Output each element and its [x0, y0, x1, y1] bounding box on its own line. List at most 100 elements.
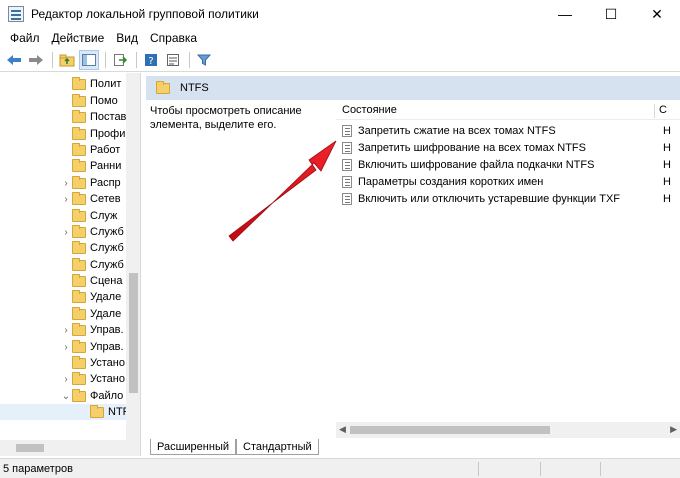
- tree-item[interactable]: Служб: [0, 240, 124, 256]
- menu-file[interactable]: Файл: [4, 31, 46, 45]
- toolbar-separator: [105, 51, 106, 68]
- folder-icon: [72, 109, 86, 123]
- svg-text:?: ?: [148, 56, 153, 67]
- folder-icon: [156, 80, 170, 94]
- folder-icon: [72, 224, 86, 238]
- back-icon[interactable]: [4, 50, 24, 70]
- tree-item[interactable]: Сцена: [0, 273, 122, 289]
- list-horizontal-scrollbar[interactable]: ◀ ▶: [336, 422, 680, 438]
- column-header-second[interactable]: С: [659, 104, 667, 116]
- expand-arrow-icon[interactable]: ›: [60, 178, 72, 189]
- menu-action[interactable]: Действие: [46, 31, 111, 45]
- export-list-icon[interactable]: [110, 50, 130, 70]
- pane-title: NTFS: [180, 82, 209, 94]
- expand-arrow-icon[interactable]: ›: [60, 325, 72, 336]
- menu-view[interactable]: Вид: [110, 31, 144, 45]
- tree-item[interactable]: Удале: [0, 306, 121, 322]
- help-icon[interactable]: ?: [141, 50, 161, 70]
- tree-item[interactable]: › Служб: [0, 224, 124, 240]
- tree-item[interactable]: Полит: [0, 76, 121, 92]
- tree-item[interactable]: Постав: [0, 109, 126, 125]
- setting-row[interactable]: Запретить сжатие на всех томах NTFS Н: [336, 122, 680, 139]
- scroll-left-icon[interactable]: ◀: [339, 424, 346, 435]
- setting-row[interactable]: Параметры создания коротких имен Н: [336, 173, 680, 190]
- setting-label: Параметры создания коротких имен: [358, 175, 544, 188]
- folder-icon: [72, 93, 86, 107]
- tree-item[interactable]: Профи: [0, 126, 125, 142]
- tree-item-label: Служ: [90, 210, 118, 222]
- tree-item[interactable]: ⌄ Файло: [0, 388, 123, 404]
- policy-tree: Полит Помо Постав Профи Работ Ранни › Рас…: [0, 73, 141, 456]
- list-hscroll-thumb[interactable]: [350, 426, 550, 434]
- column-header-state[interactable]: Состояние: [342, 104, 397, 116]
- tree-item[interactable]: › Устано: [0, 371, 125, 387]
- expand-arrow-icon[interactable]: ⌄: [60, 391, 72, 402]
- show-hide-tree-icon[interactable]: [79, 49, 99, 70]
- properties-icon[interactable]: [163, 50, 183, 70]
- tree-item[interactable]: Удале: [0, 289, 121, 305]
- close-button[interactable]: ✕: [634, 0, 680, 28]
- setting-row[interactable]: Включить шифрование файла подкачки NTFS …: [336, 156, 680, 173]
- tree-item[interactable]: Служ: [0, 208, 117, 224]
- title-bar: Редактор локальной групповой политики — …: [0, 0, 680, 28]
- expand-arrow-icon[interactable]: ›: [60, 227, 72, 238]
- policy-setting-icon: [342, 141, 352, 154]
- expand-arrow-icon[interactable]: ›: [60, 342, 72, 353]
- policy-setting-icon: [342, 124, 352, 137]
- tree-item-label: Сетев: [90, 193, 121, 205]
- scroll-right-icon[interactable]: ▶: [670, 424, 677, 435]
- tree-item-label: Служб: [90, 226, 124, 238]
- tree-item-label: Удале: [90, 291, 122, 303]
- menu-help[interactable]: Справка: [144, 31, 203, 45]
- tree-item[interactable]: › Управ.: [0, 339, 124, 355]
- tree-item-label: Служб: [90, 259, 124, 271]
- tree-item[interactable]: Работ: [0, 142, 120, 158]
- tree-item[interactable]: › Управ.: [0, 322, 124, 338]
- details-pane: NTFS Чтобы просмотреть описание элемента…: [146, 73, 680, 456]
- setting-row[interactable]: Включить или отключить устаревшие функци…: [336, 190, 680, 207]
- tab-standard[interactable]: Стандартный: [236, 439, 319, 455]
- tree-horizontal-scrollbar[interactable]: [0, 440, 140, 456]
- folder-icon: [72, 158, 86, 172]
- tree-item[interactable]: Служб: [0, 257, 124, 273]
- folder-open-icon: [90, 404, 104, 418]
- tree-item-label: Удале: [90, 308, 122, 320]
- tree-item[interactable]: Помо: [0, 93, 118, 109]
- setting-label: Запретить сжатие на всех томах NTFS: [358, 124, 556, 137]
- maximize-button[interactable]: ☐: [588, 0, 634, 28]
- window-controls: — ☐ ✕: [542, 0, 680, 28]
- minimize-button[interactable]: —: [542, 0, 588, 28]
- filter-icon[interactable]: [194, 50, 214, 70]
- status-divider: [540, 462, 541, 476]
- tree-item[interactable]: Ранни: [0, 158, 121, 174]
- tree-scroll-thumb[interactable]: [129, 273, 138, 393]
- pane-header: NTFS: [146, 76, 680, 100]
- folder-icon: [72, 289, 86, 303]
- up-folder-icon[interactable]: [57, 50, 77, 70]
- expand-arrow-icon[interactable]: ›: [60, 194, 72, 205]
- view-tabs: Расширенный Стандартный: [146, 438, 680, 456]
- tree-item[interactable]: › Сетев: [0, 191, 121, 207]
- tree-vertical-scrollbar[interactable]: [126, 73, 140, 440]
- folder-icon: [72, 208, 86, 222]
- tab-extended[interactable]: Расширенный: [150, 439, 236, 455]
- menu-bar: Файл Действие Вид Справка: [0, 28, 680, 48]
- column-divider[interactable]: [654, 104, 655, 118]
- policy-setting-icon: [342, 192, 352, 205]
- app-icon: [8, 6, 24, 22]
- tree-item-label: Работ: [90, 144, 121, 156]
- folder-icon: [72, 371, 86, 385]
- tree-item[interactable]: Устано: [0, 355, 125, 371]
- tree-item[interactable]: › Распр: [0, 175, 121, 191]
- tree-item-label: Профи: [90, 128, 126, 140]
- folder-icon: [72, 76, 86, 90]
- tree-item-label: Управ.: [90, 324, 124, 336]
- tree-item-selected[interactable]: NTF: [0, 404, 130, 420]
- forward-icon[interactable]: [26, 50, 46, 70]
- expand-arrow-icon[interactable]: ›: [60, 374, 72, 385]
- tree-item-label: Помо: [90, 95, 118, 107]
- toolbar-separator: [189, 51, 190, 68]
- setting-row[interactable]: Запретить шифрование на всех томах NTFS …: [336, 139, 680, 156]
- tree-item-label: Полит: [90, 78, 122, 90]
- tree-hscroll-thumb[interactable]: [16, 444, 44, 452]
